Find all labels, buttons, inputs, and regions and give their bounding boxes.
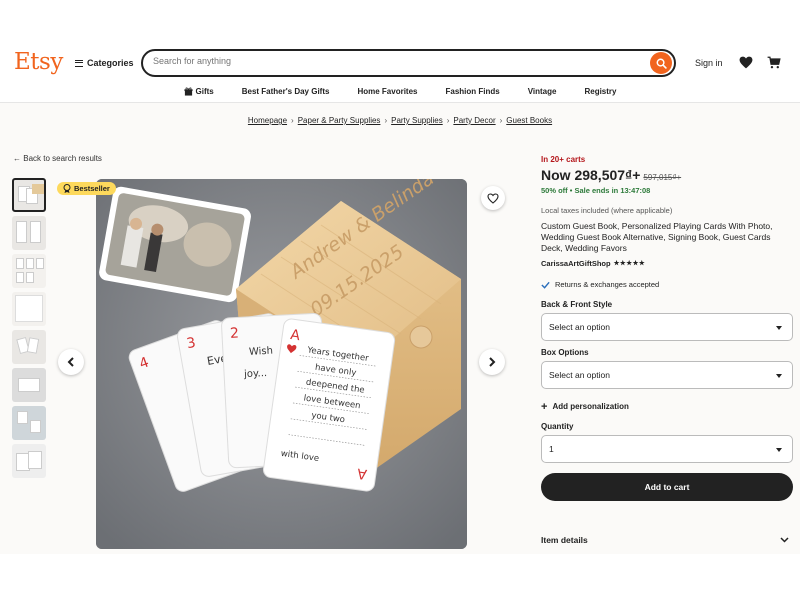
header-divider [0, 102, 800, 103]
shop-info: CarissaArtGiftShop ★★★★★ [541, 259, 793, 268]
quantity-select[interactable]: 1 [541, 435, 793, 463]
box-options-select[interactable]: Select an option [541, 361, 793, 389]
search-button[interactable] [650, 52, 672, 74]
box-select-value: Select an option [549, 370, 610, 380]
cart-icon [767, 56, 781, 69]
page: Etsy Categories Sign in [0, 46, 800, 554]
price-row: Now 298,507₫+ 597,015₫+ [541, 167, 793, 183]
breadcrumb-separator: › [384, 116, 388, 125]
chevron-down-icon [780, 537, 789, 543]
nav-bar: Gifts Best Father's Day Gifts Home Favor… [0, 80, 800, 102]
item-details-toggle[interactable]: Item details [541, 535, 793, 545]
caret-down-icon [776, 374, 782, 378]
returns-label: Returns & exchanges accepted [555, 280, 660, 289]
hamburger-icon [75, 59, 83, 67]
breadcrumb-separator: › [446, 116, 450, 125]
breadcrumb-separator: › [499, 116, 503, 125]
previous-image-button[interactable] [58, 349, 84, 375]
current-price: Now 298,507₫+ [541, 167, 641, 183]
style-select-value: Select an option [549, 322, 610, 332]
nav-item-fashion-finds[interactable]: Fashion Finds [431, 80, 513, 102]
categories-label: Categories [87, 58, 134, 68]
in-carts-notice: In 20+ carts [541, 155, 586, 164]
breadcrumb-separator: › [291, 116, 294, 125]
caret-down-icon [776, 448, 782, 452]
etsy-logo[interactable]: Etsy [14, 49, 63, 75]
search-icon [656, 58, 667, 69]
product-info-panel: In 20+ carts Now 298,507₫+ 597,015₫+ 50%… [541, 155, 793, 545]
item-details-label: Item details [541, 535, 588, 545]
returns-info: Returns & exchanges accepted [541, 280, 793, 289]
taxes-note: Local taxes included (where applicable) [541, 206, 673, 215]
next-image-button[interactable] [479, 349, 505, 375]
thumbnail-7[interactable] [12, 406, 46, 440]
back-to-results-link[interactable]: ← Back to search results [13, 154, 102, 163]
search-input[interactable] [153, 56, 633, 66]
nav-item-label: Gifts [195, 86, 214, 96]
search-bar [141, 49, 676, 77]
thumbnail-list [12, 178, 48, 482]
product-main-image[interactable]: Andrew & Belinda 09.15.2025 4 3 Every 2 … [96, 179, 467, 549]
thumbnail-4[interactable] [12, 292, 46, 326]
nav-item-registry[interactable]: Registry [570, 80, 630, 102]
header: Etsy Categories Sign in [0, 46, 800, 103]
personalization-label: Add personalization [552, 402, 629, 411]
shop-name-link[interactable]: CarissaArtGiftShop [541, 259, 611, 268]
heart-outline-icon [487, 192, 499, 204]
style-label: Back & Front Style [541, 300, 613, 309]
chevron-right-icon [489, 357, 496, 367]
sign-in-link[interactable]: Sign in [695, 58, 723, 68]
product-photo: Andrew & Belinda 09.15.2025 4 3 Every 2 … [96, 179, 467, 549]
svg-text:Wish: Wish [249, 346, 274, 358]
award-icon [63, 184, 71, 193]
star-rating: ★★★★★ [613, 260, 646, 267]
categories-button[interactable]: Categories [75, 58, 134, 68]
breadcrumb-party-decor[interactable]: Party Decor [453, 116, 495, 125]
thumbnail-5[interactable] [12, 330, 46, 364]
product-title: Custom Guest Book, Personalized Playing … [541, 221, 773, 253]
arrow-left-icon: ← [13, 154, 21, 163]
chevron-left-icon [67, 357, 74, 367]
add-personalization-button[interactable]: + Add personalization [541, 400, 793, 413]
quantity-label: Quantity [541, 422, 574, 431]
breadcrumb: Homepage › Paper & Party Supplies › Part… [0, 116, 800, 125]
sale-info: 50% off • Sale ends in 13:47:08 [541, 186, 651, 195]
favorite-item-button[interactable] [481, 186, 505, 210]
heart-icon [739, 56, 753, 69]
thumbnail-3[interactable] [12, 254, 46, 288]
svg-text:2: 2 [230, 325, 240, 341]
thumbnail-2[interactable] [12, 216, 46, 250]
plus-icon: + [541, 400, 548, 413]
nav-item-gifts[interactable]: Gifts [170, 80, 228, 102]
nav-item-vintage[interactable]: Vintage [514, 80, 571, 102]
breadcrumb-homepage[interactable]: Homepage [248, 116, 287, 125]
back-link-label: Back to search results [23, 154, 102, 163]
cart-button[interactable] [767, 56, 781, 74]
thumbnail-1[interactable] [12, 178, 46, 212]
caret-down-icon [776, 326, 782, 330]
box-options-label: Box Options [541, 348, 589, 357]
style-select[interactable]: Select an option [541, 313, 793, 341]
favorites-button[interactable] [739, 56, 753, 74]
quantity-value: 1 [549, 444, 554, 454]
bestseller-label: Bestseller [74, 184, 110, 193]
breadcrumb-party-supplies[interactable]: Party Supplies [391, 116, 443, 125]
thumbnail-8[interactable] [12, 444, 46, 478]
add-to-cart-button[interactable]: Add to cart [541, 473, 793, 501]
breadcrumb-paper-party[interactable]: Paper & Party Supplies [298, 116, 381, 125]
bestseller-badge: Bestseller [57, 182, 116, 195]
nav-item-home-favorites[interactable]: Home Favorites [343, 80, 431, 102]
svg-text:joy...: joy... [243, 368, 267, 380]
check-icon [541, 281, 550, 289]
thumbnail-6[interactable] [12, 368, 46, 402]
original-price: 597,015₫+ [643, 173, 682, 182]
gift-icon [183, 86, 193, 96]
nav-item-fathers-day[interactable]: Best Father's Day Gifts [228, 80, 344, 102]
breadcrumb-guest-books[interactable]: Guest Books [506, 116, 552, 125]
